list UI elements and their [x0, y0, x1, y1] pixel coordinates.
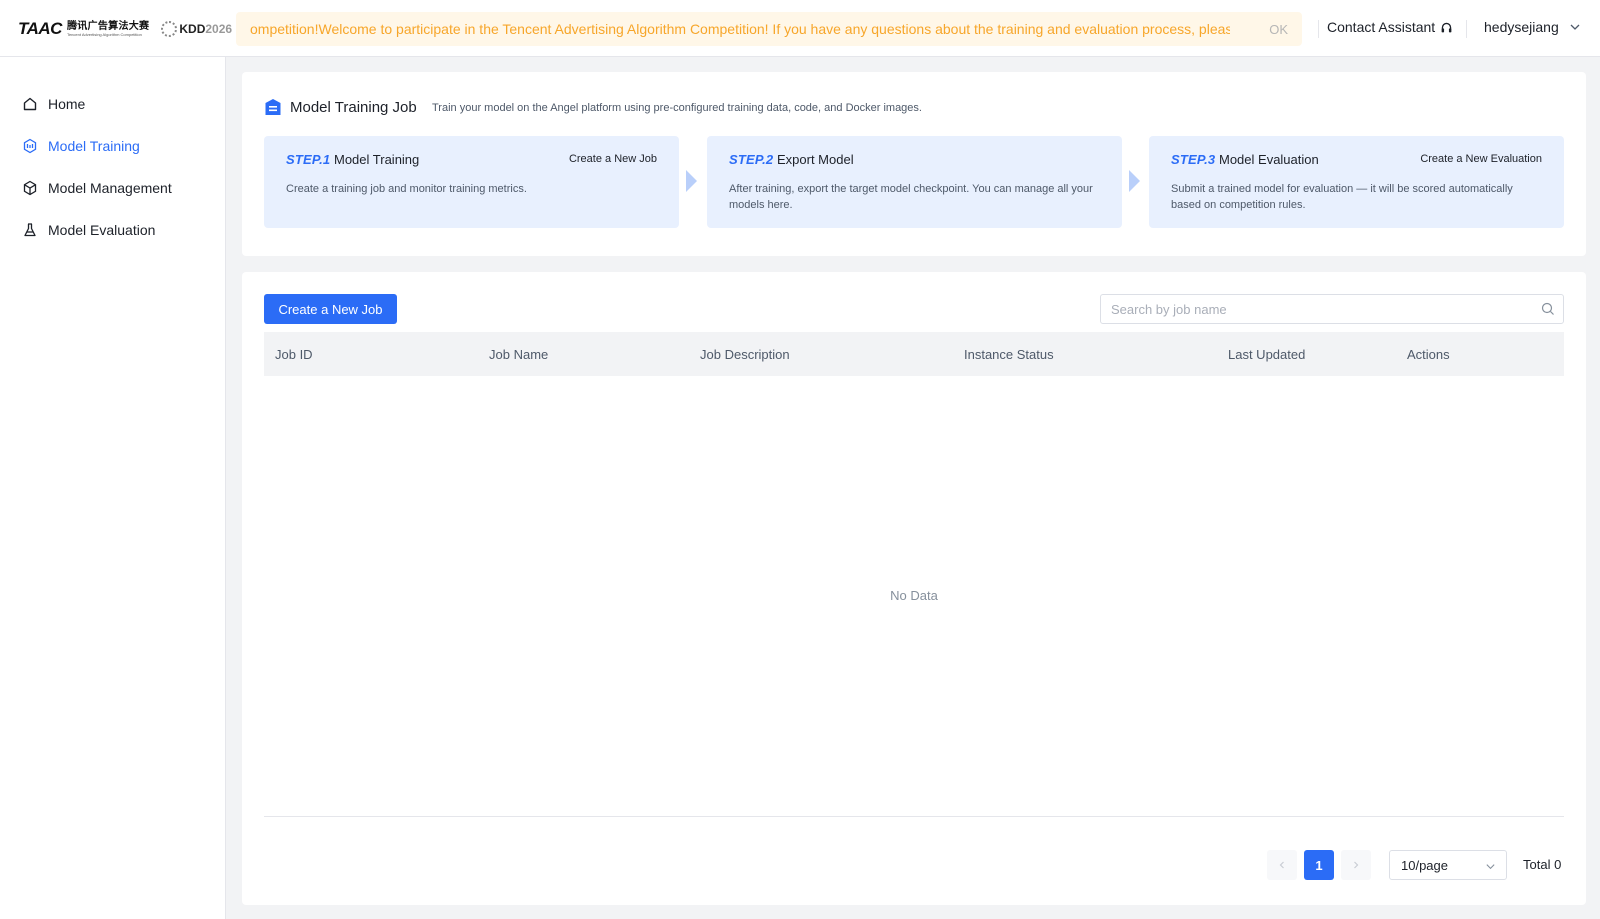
page-title: Model Training Job	[290, 99, 417, 116]
header-divider	[1318, 20, 1319, 38]
column-header-instance-status[interactable]: Instance Status	[964, 347, 1054, 362]
top-bar: TAAC 腾讯广告算法大赛 Tencent Advertising Algori…	[0, 0, 1600, 57]
flask-icon	[24, 223, 36, 237]
logo-cn-name: 腾讯广告算法大赛	[66, 21, 150, 32]
table-bottom-divider	[264, 816, 1564, 817]
kdd-logo: KDD 2026	[161, 21, 232, 37]
notice-ok-button[interactable]: OK	[1269, 22, 1288, 37]
contact-assistant-label: Contact Assistant	[1327, 19, 1436, 35]
kdd-swirl-icon	[161, 21, 178, 37]
create-new-job-link[interactable]: Create a New Job	[569, 153, 657, 165]
step-card-2: STEP.2 Export Model After training, expo…	[707, 136, 1122, 228]
search-box	[1100, 294, 1564, 324]
column-header-job-description[interactable]: Job Description	[700, 347, 790, 362]
create-new-evaluation-link[interactable]: Create a New Evaluation	[1420, 153, 1542, 165]
user-menu[interactable]: hedysejiang	[1484, 19, 1581, 35]
training-job-icon	[265, 99, 281, 115]
sidebar-item-label: Model Management	[48, 180, 172, 196]
notice-banner: ompetition!Welcome to participate in the…	[236, 12, 1302, 46]
sidebar: Home Model Training Model Management Mod…	[0, 57, 226, 919]
sidebar-item-label: Home	[48, 96, 86, 112]
training-icon	[23, 138, 37, 154]
sidebar-item-label: Model Training	[48, 138, 140, 154]
contact-assistant-button[interactable]: Contact Assistant	[1327, 19, 1453, 35]
column-header-actions: Actions	[1407, 347, 1450, 362]
kdd-year: 2026	[205, 22, 233, 36]
search-input[interactable]	[1101, 295, 1531, 323]
step-description: Submit a trained model for evaluation — …	[1171, 183, 1513, 211]
step-arrow-icon	[1129, 170, 1140, 192]
headset-icon	[1441, 22, 1452, 32]
step-title: Export Model	[777, 152, 854, 167]
step-title: Model Training	[334, 152, 420, 167]
competition-logo[interactable]: TAAC 腾讯广告算法大赛 Tencent Advertising Algori…	[18, 16, 232, 42]
pagination-page-button[interactable]: 1	[1304, 850, 1334, 880]
step-tag: STEP.3	[1171, 152, 1216, 167]
column-header-job-name[interactable]: Job Name	[489, 347, 548, 362]
pagination-total: Total 0	[1523, 857, 1562, 872]
notice-text: ompetition!Welcome to participate in the…	[250, 21, 1230, 37]
step-title: Model Evaluation	[1219, 152, 1319, 167]
step-arrow-icon	[686, 170, 697, 192]
username: hedysejiang	[1484, 19, 1559, 35]
logo-cn-sub: Tencent Advertising Algorithm Competitio…	[66, 32, 142, 37]
intro-panel: Model Training Job Train your model on t…	[242, 72, 1586, 256]
sidebar-item-model-training[interactable]: Model Training	[22, 134, 140, 158]
page-size-value: 10/page	[1401, 858, 1448, 873]
step-tag: STEP.1	[286, 152, 331, 167]
empty-state-text: No Data	[890, 588, 938, 603]
sidebar-item-label: Model Evaluation	[48, 222, 156, 238]
step-description: Create a training job and monitor traini…	[286, 183, 527, 195]
column-header-job-id[interactable]: Job ID	[275, 347, 313, 362]
header-divider	[1466, 20, 1467, 38]
create-new-job-button[interactable]: Create a New Job	[264, 294, 397, 324]
sidebar-item-home[interactable]: Home	[22, 92, 85, 116]
chevron-down-icon	[1570, 24, 1580, 30]
cube-icon	[23, 180, 37, 196]
step-tag: STEP.2	[729, 152, 774, 167]
chevron-down-icon	[1486, 864, 1495, 870]
logo-cn-block: 腾讯广告算法大赛 Tencent Advertising Algorithm C…	[67, 21, 149, 37]
table-header: Job ID Job Name Job Description Instance…	[264, 332, 1564, 376]
pagination-prev-button[interactable]	[1267, 850, 1297, 880]
step-card-3: STEP.3 Model Evaluation Create a New Eva…	[1149, 136, 1564, 228]
page-size-select[interactable]: 10/page	[1389, 850, 1507, 880]
step-description: After training, export the target model …	[729, 183, 1093, 211]
jobs-panel: Create a New Job Job ID Job Name Job Des…	[242, 272, 1586, 905]
chevron-left-icon	[1279, 861, 1284, 869]
logo-brand: TAAC	[18, 19, 62, 38]
sidebar-item-model-evaluation[interactable]: Model Evaluation	[22, 218, 155, 242]
home-icon	[23, 97, 37, 111]
pagination-next-button[interactable]	[1341, 850, 1371, 880]
chevron-right-icon	[1354, 861, 1359, 869]
page-description: Train your model on the Angel platform u…	[432, 102, 922, 114]
kdd-mark: KDD	[179, 22, 206, 36]
search-icon[interactable]	[1541, 302, 1555, 316]
column-header-last-updated[interactable]: Last Updated	[1228, 347, 1305, 362]
sidebar-item-model-management[interactable]: Model Management	[22, 176, 172, 200]
step-card-1: STEP.1 Model Training Create a New Job C…	[264, 136, 679, 228]
